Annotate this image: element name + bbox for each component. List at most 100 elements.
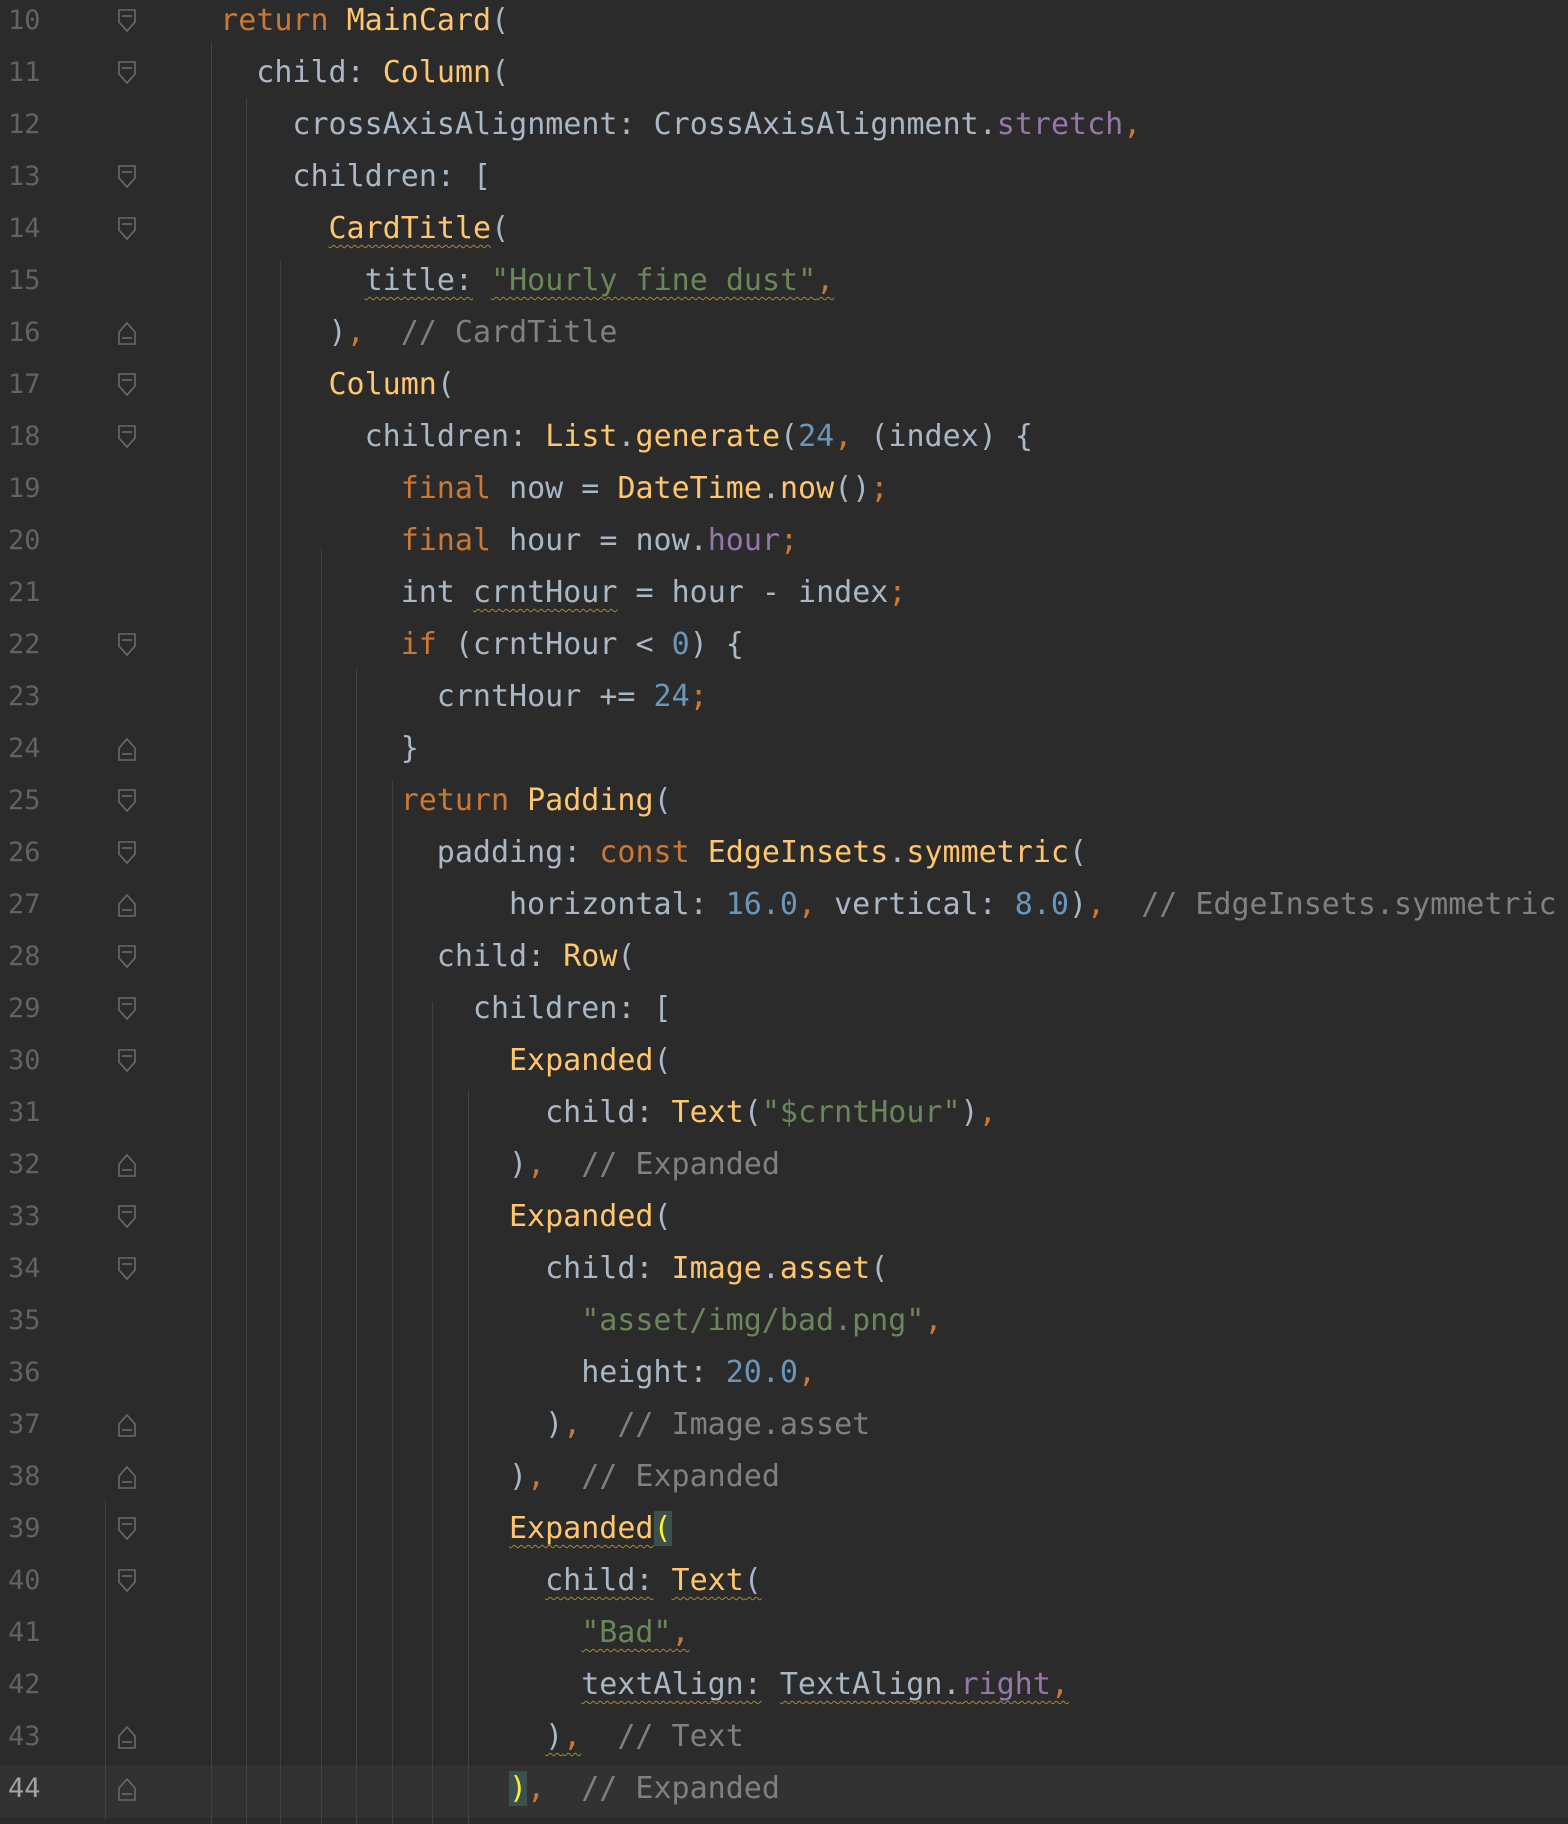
- code-text: ), // Expanded: [509, 1765, 780, 1817]
- code-token: CrossAxisAlignment: [653, 107, 979, 142]
- fold-close-icon[interactable]: [117, 736, 137, 762]
- code-line[interactable]: 36 height: 20.0,: [0, 1349, 1568, 1401]
- code-line[interactable]: 43), // Text: [0, 1713, 1568, 1765]
- code-token: = hour - index: [617, 575, 889, 610]
- code-token: (: [617, 939, 636, 974]
- code-line[interactable]: 14 CardTitle(: [0, 205, 1568, 257]
- fold-open-icon[interactable]: [117, 1204, 137, 1230]
- code-line[interactable]: 13 children: [: [0, 153, 1568, 205]
- code-line[interactable]: 40 child: Text(: [0, 1557, 1568, 1609]
- code-line[interactable]: 35 "asset/img/bad.png",: [0, 1297, 1568, 1349]
- fold-open-icon[interactable]: [117, 996, 137, 1022]
- code-line[interactable]: 29 children: [: [0, 985, 1568, 1037]
- code-token: (: [743, 1095, 762, 1130]
- code-line[interactable]: 20 final hour = now.hour;: [0, 517, 1568, 569]
- code-token: ,: [1123, 107, 1142, 142]
- code-token: ;: [689, 679, 708, 714]
- code-line[interactable]: 10 return MainCard(: [0, 0, 1568, 49]
- fold-close-icon[interactable]: [117, 892, 137, 918]
- code-line[interactable]: 19 final now = DateTime.now();: [0, 465, 1568, 517]
- code-line[interactable]: 11 child: Column(: [0, 49, 1568, 101]
- code-text: height: 20.0,: [581, 1349, 816, 1401]
- code-token: // Text: [617, 1719, 744, 1754]
- indent-guide: [246, 98, 247, 1824]
- fold-open-icon[interactable]: [117, 944, 137, 970]
- code-token: TextAlign: [779, 1667, 943, 1702]
- fold-close-icon[interactable]: [117, 1412, 137, 1438]
- code-line[interactable]: 15 title: "Hourly fine dust",: [0, 257, 1568, 309]
- fold-open-icon[interactable]: [117, 632, 137, 658]
- code-token: CardTitle: [328, 211, 492, 246]
- fold-open-icon[interactable]: [117, 840, 137, 866]
- fold-open-icon[interactable]: [117, 788, 137, 814]
- code-line[interactable]: 41 "Bad",: [0, 1609, 1568, 1661]
- code-line[interactable]: 38 ), // Expanded: [0, 1453, 1568, 1505]
- code-token: return: [400, 783, 510, 818]
- code-token: 20.0: [725, 1355, 798, 1390]
- code-line[interactable]: 34 child: Image.asset(: [0, 1245, 1568, 1297]
- line-number: 33: [8, 1201, 41, 1232]
- code-token: .: [761, 471, 780, 506]
- code-line[interactable]: 17 Column(: [0, 361, 1568, 413]
- code-token: hour = now.: [509, 523, 708, 558]
- code-line[interactable]: 28 child: Row(: [0, 933, 1568, 985]
- code-token: ,: [834, 419, 853, 454]
- code-text: Expanded(: [509, 1505, 672, 1557]
- code-line[interactable]: 32), // Expanded: [0, 1141, 1568, 1193]
- fold-open-icon[interactable]: [117, 8, 137, 34]
- code-token: int: [400, 575, 473, 610]
- line-number: 42: [8, 1669, 41, 1700]
- fold-close-icon[interactable]: [117, 1776, 137, 1802]
- code-text: ), // Image.asset: [545, 1401, 870, 1453]
- fold-open-icon[interactable]: [117, 164, 137, 190]
- fold-close-icon[interactable]: [117, 320, 137, 346]
- code-line[interactable]: 44 ), // Expanded: [0, 1765, 1568, 1817]
- indent-guide: [321, 548, 322, 1824]
- code-line[interactable]: 23 crntHour += 24;: [0, 673, 1568, 725]
- code-text: ), // Expanded: [509, 1453, 780, 1505]
- fold-open-icon[interactable]: [117, 1048, 137, 1074]
- code-token: ;: [870, 471, 889, 506]
- code-line[interactable]: 18 children: List.generate(24, (index) {: [0, 413, 1568, 465]
- code-token: (): [834, 471, 871, 506]
- code-line[interactable]: 30 Expanded(: [0, 1037, 1568, 1089]
- code-line[interactable]: 24}: [0, 725, 1568, 777]
- code-token: ,: [1050, 1667, 1069, 1702]
- code-token: .: [942, 1667, 961, 1702]
- line-number: 30: [8, 1045, 41, 1076]
- code-token: ): [545, 1719, 564, 1754]
- fold-open-icon[interactable]: [117, 60, 137, 86]
- fold-open-icon[interactable]: [117, 1568, 137, 1594]
- code-token: ): [509, 1771, 528, 1806]
- code-line[interactable]: 21 int crntHour = hour - index;: [0, 569, 1568, 621]
- code-line[interactable]: 37), // Image.asset: [0, 1401, 1568, 1453]
- line-number: 44: [8, 1773, 41, 1804]
- code-line[interactable]: 39 Expanded(: [0, 1505, 1568, 1557]
- code-line[interactable]: 33 Expanded(: [0, 1193, 1568, 1245]
- line-number: 24: [8, 733, 41, 764]
- code-line[interactable]: 31 child: Text("$crntHour"),: [0, 1089, 1568, 1141]
- fold-open-icon[interactable]: [117, 216, 137, 242]
- fold-close-icon[interactable]: [117, 1152, 137, 1178]
- fold-open-icon[interactable]: [117, 372, 137, 398]
- code-token: // EdgeInsets.symmetric: [1141, 887, 1557, 922]
- fold-open-icon[interactable]: [117, 424, 137, 450]
- code-line[interactable]: 42 textAlign: TextAlign.right,: [0, 1661, 1568, 1713]
- fold-open-icon[interactable]: [117, 1516, 137, 1542]
- fold-close-icon[interactable]: [117, 1464, 137, 1490]
- code-line[interactable]: 12 crossAxisAlignment: CrossAxisAlignment…: [0, 101, 1568, 153]
- code-line[interactable]: 22 if (crntHour < 0) {: [0, 621, 1568, 673]
- line-number: 38: [8, 1461, 41, 1492]
- code-line[interactable]: 25 return Padding(: [0, 777, 1568, 829]
- code-line[interactable]: 26 padding: const EdgeInsets.symmetric(: [0, 829, 1568, 881]
- code-line[interactable]: 27 horizontal: 16.0, vertical: 8.0), // E…: [0, 881, 1568, 933]
- fold-open-icon[interactable]: [117, 1256, 137, 1282]
- code-editor[interactable]: 10 return MainCard(11 child: Column(12 cros…: [0, 0, 1568, 1824]
- code-text: return Padding(: [401, 777, 672, 829]
- code-token: ,: [563, 1719, 582, 1754]
- code-text: child: Image.asset(: [545, 1245, 888, 1297]
- fold-close-icon[interactable]: [117, 1724, 137, 1750]
- code-token: [: [473, 159, 492, 194]
- line-number: 41: [8, 1617, 41, 1648]
- code-line[interactable]: 16), // CardTitle: [0, 309, 1568, 361]
